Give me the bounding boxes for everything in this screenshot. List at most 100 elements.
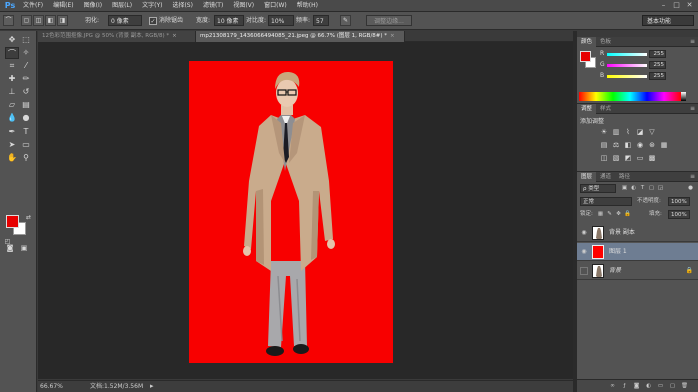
filter-pixel-icon[interactable]: ▣: [621, 185, 628, 192]
r-value-input[interactable]: 255: [649, 50, 666, 58]
color-lookup-icon[interactable]: ▦: [659, 141, 669, 150]
filter-shape-icon[interactable]: ▢: [648, 185, 655, 192]
menu-window[interactable]: 窗口(W): [259, 0, 292, 12]
width-input[interactable]: 10 像素: [214, 15, 244, 26]
layer-style-icon[interactable]: ƒ: [621, 383, 628, 390]
vibrance-icon[interactable]: ▽: [647, 128, 657, 137]
gradient-tool-icon[interactable]: ▤: [19, 99, 33, 111]
close-tab-icon[interactable]: ×: [390, 33, 395, 39]
status-menu-arrow-icon[interactable]: ▸: [150, 381, 154, 392]
visibility-toggle-off[interactable]: [580, 267, 588, 275]
menu-file[interactable]: 文件(F): [18, 0, 48, 12]
gradient-map-icon[interactable]: ▭: [635, 154, 645, 163]
maximize-button[interactable]: □: [670, 0, 683, 11]
filter-toggle-icon[interactable]: ●: [687, 185, 694, 192]
lock-transparent-icon[interactable]: ▦: [597, 211, 604, 218]
eye-icon[interactable]: ◉: [580, 248, 588, 256]
contrast-input[interactable]: 10%: [268, 15, 294, 26]
link-layers-icon[interactable]: ∞: [609, 383, 616, 390]
exposure-icon[interactable]: ◪: [635, 128, 645, 137]
zoom-level[interactable]: 66.67%: [40, 381, 63, 392]
new-adjustment-layer-icon[interactable]: ◐: [645, 383, 652, 390]
filter-type-icon[interactable]: T: [639, 185, 646, 192]
tab-color[interactable]: 颜色: [577, 37, 597, 47]
menu-image[interactable]: 图像(I): [79, 0, 107, 12]
lock-image-icon[interactable]: ✎: [606, 211, 613, 218]
clone-stamp-tool-icon[interactable]: ⊥: [5, 86, 19, 98]
filter-smart-object-icon[interactable]: ◲: [657, 185, 664, 192]
move-tool-icon[interactable]: ✥: [5, 34, 19, 46]
canvas-area[interactable]: [38, 42, 573, 379]
hue-saturation-icon[interactable]: ▤: [599, 141, 609, 150]
levels-icon[interactable]: ▥: [611, 128, 621, 137]
menu-filter[interactable]: 滤镜(T): [198, 0, 228, 12]
intersect-selection-icon[interactable]: ◨: [57, 15, 68, 26]
g-value-input[interactable]: 255: [649, 61, 666, 69]
marquee-tool-icon[interactable]: ⬚: [19, 34, 33, 46]
close-tab-icon[interactable]: ×: [172, 33, 177, 39]
blend-mode-select[interactable]: 正常: [580, 197, 632, 206]
refine-edge-button[interactable]: 调整边缘...: [366, 15, 412, 26]
tab-paths[interactable]: 路径: [615, 172, 634, 182]
selective-color-icon[interactable]: ▩: [647, 154, 657, 163]
layer-row-layer-1[interactable]: ◉ 图层 1: [577, 243, 698, 261]
opacity-input[interactable]: 100%: [668, 197, 690, 206]
channel-mixer-icon[interactable]: ⊛: [647, 141, 657, 150]
dodge-tool-icon[interactable]: ●: [19, 112, 33, 124]
magnetic-lasso-preset-icon[interactable]: ⌒: [3, 15, 14, 26]
lock-position-icon[interactable]: ✥: [615, 211, 622, 218]
add-mask-icon[interactable]: ◙: [633, 383, 640, 390]
fill-input[interactable]: 100%: [668, 210, 690, 219]
new-layer-icon[interactable]: ▢: [669, 383, 676, 390]
tablet-pressure-icon[interactable]: ✎: [340, 15, 351, 26]
foreground-color-swatch[interactable]: [6, 215, 19, 228]
frequency-input[interactable]: 57: [313, 15, 329, 26]
delete-layer-icon[interactable]: 🗑: [681, 383, 688, 390]
crop-tool-icon[interactable]: ⌗: [5, 60, 19, 72]
layer-filter-select[interactable]: ρ 类型: [580, 184, 616, 193]
swap-colors-icon[interactable]: ⇄: [24, 213, 33, 222]
new-group-icon[interactable]: ▭: [657, 383, 664, 390]
tab-document-2[interactable]: mp21308179_1436066494085_21.jpeg @ 66.7%…: [195, 31, 405, 42]
menu-select[interactable]: 选择(S): [167, 0, 198, 12]
shape-tool-icon[interactable]: ▭: [19, 139, 33, 151]
close-button[interactable]: ✕: [683, 0, 696, 11]
lock-all-icon[interactable]: 🔒: [624, 211, 631, 218]
brush-tool-icon[interactable]: ✏: [19, 73, 33, 85]
filter-adjustment-icon[interactable]: ◐: [630, 185, 637, 192]
photo-filter-icon[interactable]: ◉: [635, 141, 645, 150]
quick-select-tool-icon[interactable]: ✧: [19, 47, 33, 59]
menu-help[interactable]: 帮助(H): [292, 0, 323, 12]
menu-layer[interactable]: 图层(L): [107, 0, 137, 12]
new-selection-icon[interactable]: ▢: [21, 15, 32, 26]
zoom-tool-icon[interactable]: ⚲: [19, 152, 33, 164]
tab-channels[interactable]: 通道: [596, 172, 615, 182]
tab-layers[interactable]: 图层: [577, 172, 597, 182]
type-tool-icon[interactable]: T: [19, 126, 33, 138]
tab-document-1[interactable]: 12色彩范围抠像.JPG @ 50% (背景 副本, RGB/8) * ×: [38, 31, 195, 42]
color-balance-icon[interactable]: ⚖: [611, 141, 621, 150]
b-value-input[interactable]: 255: [649, 72, 666, 80]
black-white-ramp[interactable]: [681, 92, 686, 101]
menu-type[interactable]: 文字(Y): [137, 0, 167, 12]
minimize-button[interactable]: –: [657, 0, 670, 11]
subtract-selection-icon[interactable]: ◧: [45, 15, 56, 26]
hand-tool-icon[interactable]: ✋: [5, 152, 19, 164]
tab-styles[interactable]: 样式: [596, 104, 615, 114]
quick-mask-icon[interactable]: ◙: [5, 243, 15, 253]
layer-row-background-copy[interactable]: ◉ 背景 副本: [577, 224, 698, 242]
black-white-icon[interactable]: ◧: [623, 141, 633, 150]
r-slider[interactable]: [607, 53, 647, 56]
curves-icon[interactable]: ⌇: [623, 128, 633, 137]
eyedropper-tool-icon[interactable]: ⁄: [19, 60, 33, 72]
add-selection-icon[interactable]: ◫: [33, 15, 44, 26]
layer-row-background[interactable]: 背景 🔒: [577, 262, 698, 280]
brightness-contrast-icon[interactable]: ☀: [599, 128, 609, 137]
path-select-tool-icon[interactable]: ➤: [5, 139, 19, 151]
panel-menu-icon[interactable]: ≡: [687, 172, 698, 181]
tab-adjustments[interactable]: 调整: [577, 104, 597, 114]
antialias-checkbox[interactable]: ✓: [149, 17, 157, 25]
pen-tool-icon[interactable]: ✒: [5, 126, 19, 138]
menu-view[interactable]: 视图(V): [228, 0, 259, 12]
history-brush-tool-icon[interactable]: ↺: [19, 86, 33, 98]
